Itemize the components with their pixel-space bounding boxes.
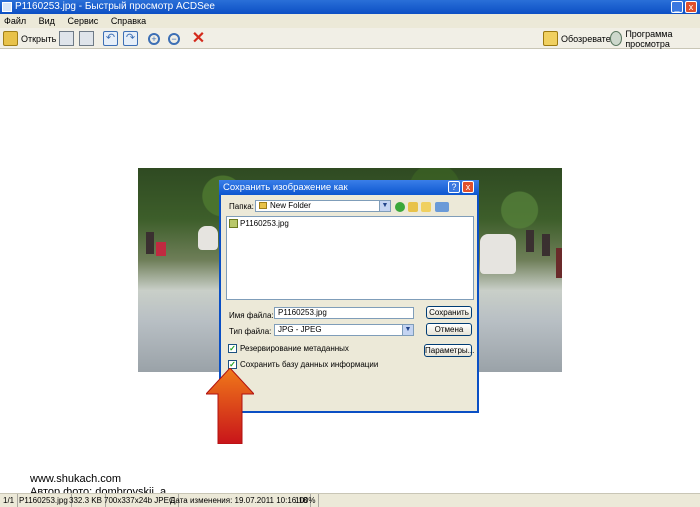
slideshow-icon — [79, 31, 94, 46]
rotate-left-button[interactable]: ↶ — [103, 30, 118, 47]
rotate-right-button[interactable]: ↷ — [123, 30, 138, 47]
file-list[interactable]: P1160253.jpg — [226, 216, 474, 300]
photo-stroller — [156, 242, 166, 256]
viewer-button[interactable]: Программа просмотра — [610, 28, 700, 49]
photo-person — [556, 248, 562, 278]
menu-help[interactable]: Справка — [111, 14, 146, 28]
folder-combo[interactable]: New Folder ▼ — [255, 200, 391, 212]
filetype-combo[interactable]: JPG - JPEG ▼ — [274, 324, 414, 336]
dialog-titlebar: Сохранить изображение как ? x — [219, 180, 479, 195]
photo-person — [526, 230, 534, 252]
status-modified: Дата изменения: 19.07.2011 10:16:18 — [167, 494, 312, 507]
folder-value: New Folder — [270, 201, 311, 210]
folder-label: Папка: — [229, 202, 254, 211]
window-title: P1160253.jpg - Быстрый просмотр ACDSee — [15, 1, 215, 12]
dialog-title: Сохранить изображение как — [223, 182, 348, 193]
toolbar: Открыть ↶ ↷ + − ✕ Обозреватель Программа… — [0, 28, 700, 49]
browser-button[interactable]: Обозреватель — [543, 30, 620, 47]
dialog-help-button[interactable]: ? — [448, 181, 460, 193]
acdsee-app-icon — [2, 2, 12, 12]
zoom-out-icon: − — [168, 32, 180, 45]
chevron-down-icon: ▼ — [379, 201, 390, 211]
status-bar: 1/1 P1160253.jpg 332.3 KB 700x337x24b JP… — [0, 493, 700, 507]
zoom-out-button[interactable]: − — [168, 30, 180, 47]
menu-file[interactable]: Файл — [4, 14, 26, 28]
fullscreen-button[interactable] — [59, 30, 74, 47]
filetype-value: JPG - JPEG — [278, 325, 322, 334]
status-size: 332.3 KB — [66, 494, 106, 507]
zoom-in-icon: + — [148, 32, 160, 45]
window-titlebar: P1160253.jpg - Быстрый просмотр ACDSee _… — [0, 0, 700, 14]
photo-person — [542, 234, 550, 256]
save-as-dialog: Сохранить изображение как ? x Папка: New… — [219, 180, 479, 413]
file-name: P1160253.jpg — [240, 219, 289, 228]
image-file-icon — [229, 219, 238, 228]
filename-label: Имя файла: — [229, 311, 274, 320]
open-label: Открыть — [21, 33, 57, 44]
viewer-icon — [610, 31, 623, 46]
cancel-button[interactable]: Отмена — [426, 323, 472, 336]
database-checkbox-label: Сохранить базу данных информации — [240, 360, 379, 369]
photo-horse — [480, 234, 516, 274]
new-folder-icon[interactable] — [421, 202, 431, 212]
status-filename: P1160253.jpg — [16, 494, 72, 507]
photo-horse — [198, 226, 218, 250]
watermark-site: www.shukach.com — [30, 473, 122, 485]
delete-button[interactable]: ✕ — [191, 30, 206, 47]
dialog-close-button[interactable]: x — [462, 181, 474, 193]
zoom-in-button[interactable]: + — [148, 30, 160, 47]
metadata-checkbox-label: Резервирование метаданных — [240, 344, 349, 353]
parameters-button[interactable]: Параметры... — [424, 344, 474, 357]
photo-person — [146, 232, 154, 254]
fullscreen-icon — [59, 31, 74, 46]
filetype-label: Тип файла: — [229, 327, 272, 336]
browser-icon — [543, 31, 558, 46]
status-zoom: 100% — [292, 494, 320, 507]
metadata-checkbox[interactable]: ✓ Резервирование метаданных — [228, 344, 349, 353]
slideshow-button[interactable] — [79, 30, 94, 47]
back-icon[interactable] — [395, 202, 405, 212]
red-arrow-icon — [206, 368, 254, 444]
minimize-button[interactable]: _ — [671, 1, 683, 13]
open-button[interactable]: Открыть — [3, 30, 56, 47]
filename-input[interactable]: P1160253.jpg — [274, 307, 414, 319]
up-folder-icon[interactable] — [408, 202, 418, 212]
delete-icon: ✕ — [191, 30, 206, 47]
menu-view[interactable]: Вид — [39, 14, 55, 28]
window-close-button[interactable]: x — [685, 1, 697, 13]
menu-bar: Файл Вид Сервис Справка — [0, 14, 700, 28]
rotate-left-icon: ↶ — [103, 31, 118, 46]
save-button[interactable]: Сохранить — [426, 306, 472, 319]
checkbox-check-icon: ✓ — [228, 344, 237, 353]
list-item[interactable]: P1160253.jpg — [229, 219, 289, 228]
rotate-right-icon: ↷ — [123, 31, 138, 46]
folder-icon — [259, 202, 267, 209]
viewer-label: Программа просмотра — [625, 28, 673, 49]
folder-open-icon — [3, 31, 18, 46]
view-menu-icon[interactable] — [435, 202, 449, 212]
menu-tools[interactable]: Сервис — [67, 14, 98, 28]
chevron-down-icon: ▼ — [402, 325, 413, 335]
